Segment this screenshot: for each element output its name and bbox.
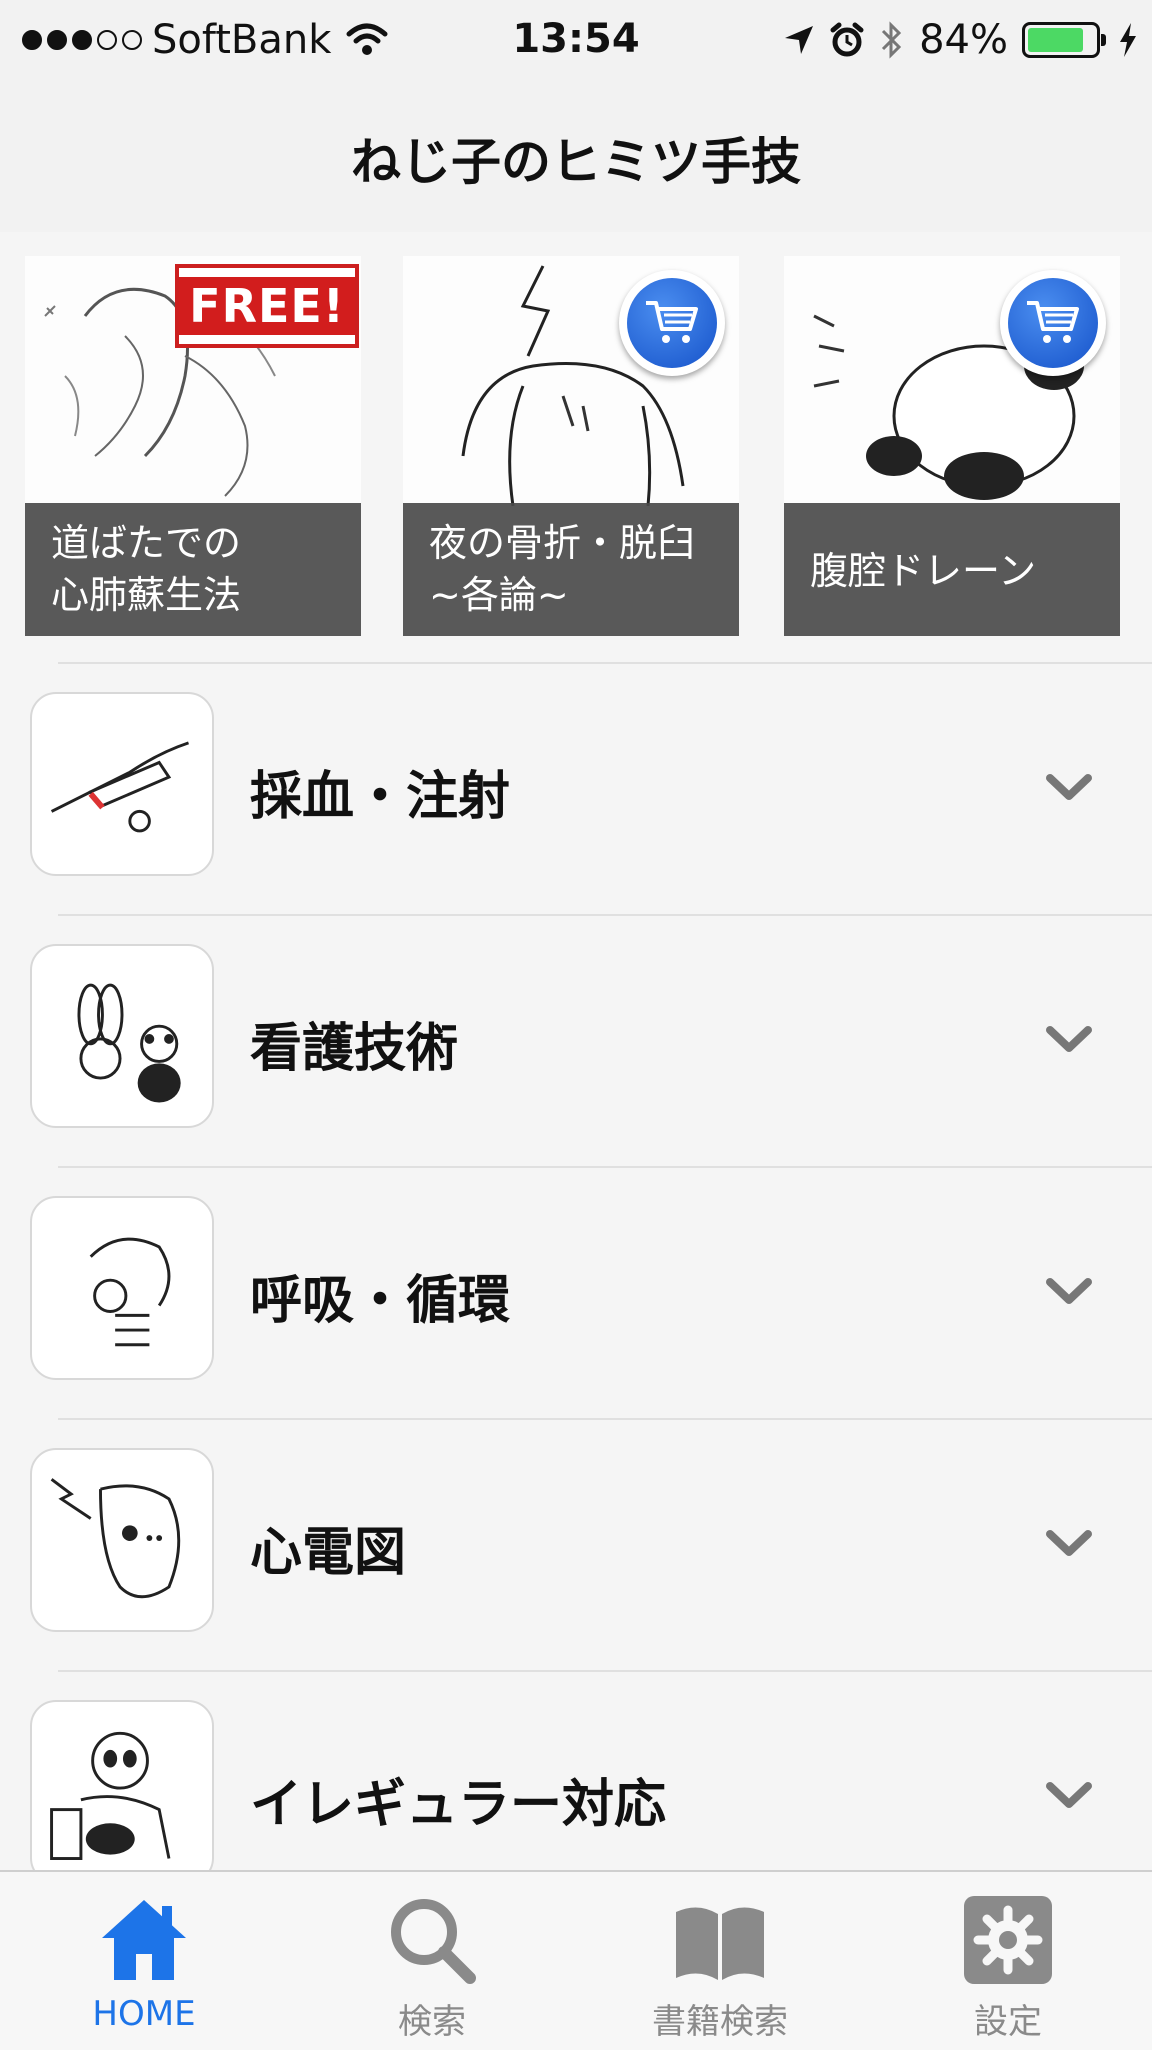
list-item[interactable]: 採血・注射 (0, 662, 1152, 914)
book-icon (676, 1907, 764, 1980)
search-icon (391, 1899, 476, 1984)
cart-icon (1027, 301, 1079, 343)
irregular-response-icon (30, 1700, 214, 1884)
location-arrow-icon (785, 26, 814, 54)
tab-label: 検索 (398, 2002, 466, 2042)
list-item-label: 心電図 (250, 1523, 407, 1583)
nursing-icon (30, 944, 214, 1128)
list-item-label: 呼吸・循環 (250, 1271, 511, 1331)
blood-draw-icon (30, 692, 214, 876)
list-item-label: 看護技術 (250, 1019, 459, 1079)
tab-bar: HOME 検索 書籍検索 設定 (0, 1870, 1152, 2050)
tab-settings[interactable]: 設定 (864, 1872, 1152, 2050)
row-divider (58, 1418, 1152, 1420)
list-item-label: イレギュラー対応 (250, 1775, 667, 1835)
respiration-icon (30, 1196, 214, 1380)
featured-card-fracture[interactable]: 夜の骨折・脱臼 ~各論~ (403, 256, 739, 636)
ecg-icon (30, 1448, 214, 1632)
row-divider (58, 1166, 1152, 1168)
home-icon (102, 1900, 186, 1980)
row-divider (58, 1670, 1152, 1672)
tab-label: 設定 (974, 2002, 1042, 2042)
chevron-down-icon (1046, 1530, 1092, 1556)
tab-book-search[interactable]: 書籍検索 (576, 1872, 864, 2050)
featured-card-drain[interactable]: 腹腔ドレーン (784, 256, 1120, 636)
featured-card-cpr[interactable]: FREE! 道ばたでの 心肺蘇生法 (25, 256, 361, 636)
free-badge: FREE! (175, 264, 359, 348)
featured-carousel[interactable]: FREE! 道ばたでの 心肺蘇生法 夜の骨折・脱臼 ~各論~ 腹腔ドレーン (0, 232, 1152, 662)
battery-percent: 84% (919, 17, 1008, 63)
featured-card-caption: 腹腔ドレーン (784, 503, 1120, 636)
tab-home[interactable]: HOME (0, 1872, 288, 2050)
row-divider (58, 914, 1152, 916)
cart-badge[interactable] (619, 270, 725, 376)
bluetooth-icon (882, 21, 902, 59)
chevron-down-icon (1046, 1782, 1092, 1808)
chevron-down-icon (1046, 1278, 1092, 1304)
gear-icon (964, 1896, 1052, 1984)
tab-label: 書籍検索 (652, 2002, 788, 2042)
tab-search[interactable]: 検索 (288, 1872, 576, 2050)
cart-badge[interactable] (1000, 270, 1106, 376)
status-right: 84% (783, 14, 1138, 66)
chevron-down-icon (1046, 774, 1092, 800)
category-list: 採血・注射 看護技術 呼吸・循環 心電図 イレギュラー対応 (0, 662, 1152, 1922)
tab-label: HOME (92, 1994, 196, 2034)
list-item-label: 採血・注射 (250, 767, 511, 827)
chevron-down-icon (1046, 1026, 1092, 1052)
featured-card-caption: 道ばたでの 心肺蘇生法 (25, 503, 361, 636)
row-divider (58, 662, 1152, 664)
cart-icon (646, 301, 698, 343)
page-title: ねじ子のヒミツ手技 (351, 133, 801, 191)
navigation-bar: ねじ子のヒミツ手技 (0, 82, 1152, 233)
battery-icon (1022, 22, 1106, 58)
alarm-icon (830, 22, 864, 57)
charging-bolt-icon (1120, 23, 1136, 57)
featured-card-caption: 夜の骨折・脱臼 ~各論~ (403, 503, 739, 636)
list-item[interactable]: 呼吸・循環 (0, 1166, 1152, 1418)
status-bar: SoftBank 13:54 84% (0, 0, 1152, 82)
list-item[interactable]: 看護技術 (0, 914, 1152, 1166)
list-item[interactable]: 心電図 (0, 1418, 1152, 1670)
